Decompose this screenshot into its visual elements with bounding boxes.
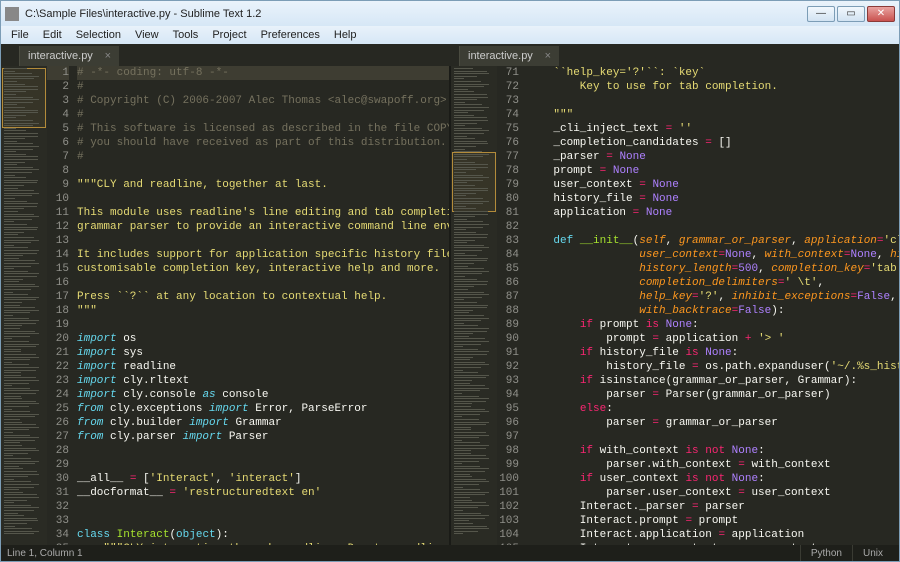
minimap-left[interactable] <box>1 66 47 545</box>
right-editor[interactable]: 7172737475767778798081828384858687888990… <box>497 66 899 545</box>
menu-view[interactable]: View <box>129 28 165 42</box>
close-button[interactable]: ✕ <box>867 6 895 22</box>
status-lineending[interactable]: Unix <box>852 545 893 561</box>
right-code[interactable]: ``help_key='?'``: `key` Key to use for t… <box>523 66 899 545</box>
menu-help[interactable]: Help <box>328 28 363 42</box>
right-pane: 7172737475767778798081828384858687888990… <box>449 66 899 545</box>
menubar: File Edit Selection View Tools Project P… <box>0 26 900 44</box>
status-position: Line 1, Column 1 <box>7 548 83 559</box>
status-language[interactable]: Python <box>800 545 852 561</box>
minimize-button[interactable]: — <box>807 6 835 22</box>
menu-selection[interactable]: Selection <box>70 28 127 42</box>
left-code[interactable]: # -*- coding: utf-8 -*-## Copyright (C) … <box>73 66 449 545</box>
menu-project[interactable]: Project <box>206 28 252 42</box>
left-gutter: 1234567891011121314151617181920212223242… <box>47 66 73 545</box>
tab-right-close-icon[interactable]: × <box>545 50 551 62</box>
menu-preferences[interactable]: Preferences <box>255 28 326 42</box>
menu-tools[interactable]: Tools <box>167 28 205 42</box>
editor-app: interactive.py × interactive.py × 123456… <box>0 44 900 562</box>
left-editor[interactable]: 1234567891011121314151617181920212223242… <box>47 66 449 545</box>
minimap-right[interactable] <box>451 66 497 545</box>
tab-left-close-icon[interactable]: × <box>105 50 111 62</box>
window-title: C:\Sample Files\interactive.py - Sublime… <box>25 8 807 20</box>
tab-left[interactable]: interactive.py × <box>19 46 119 66</box>
app-icon <box>5 7 19 21</box>
left-pane: 1234567891011121314151617181920212223242… <box>1 66 449 545</box>
right-gutter: 7172737475767778798081828384858687888990… <box>497 66 523 545</box>
tab-left-label: interactive.py <box>28 50 93 62</box>
tab-right[interactable]: interactive.py × <box>459 46 559 66</box>
menu-edit[interactable]: Edit <box>37 28 68 42</box>
tabbar: interactive.py × interactive.py × <box>1 44 899 66</box>
menu-file[interactable]: File <box>5 28 35 42</box>
window-titlebar[interactable]: C:\Sample Files\interactive.py - Sublime… <box>0 0 900 26</box>
maximize-button[interactable]: ▭ <box>837 6 865 22</box>
statusbar: Line 1, Column 1 Python Unix <box>1 545 899 561</box>
tab-right-label: interactive.py <box>468 50 533 62</box>
